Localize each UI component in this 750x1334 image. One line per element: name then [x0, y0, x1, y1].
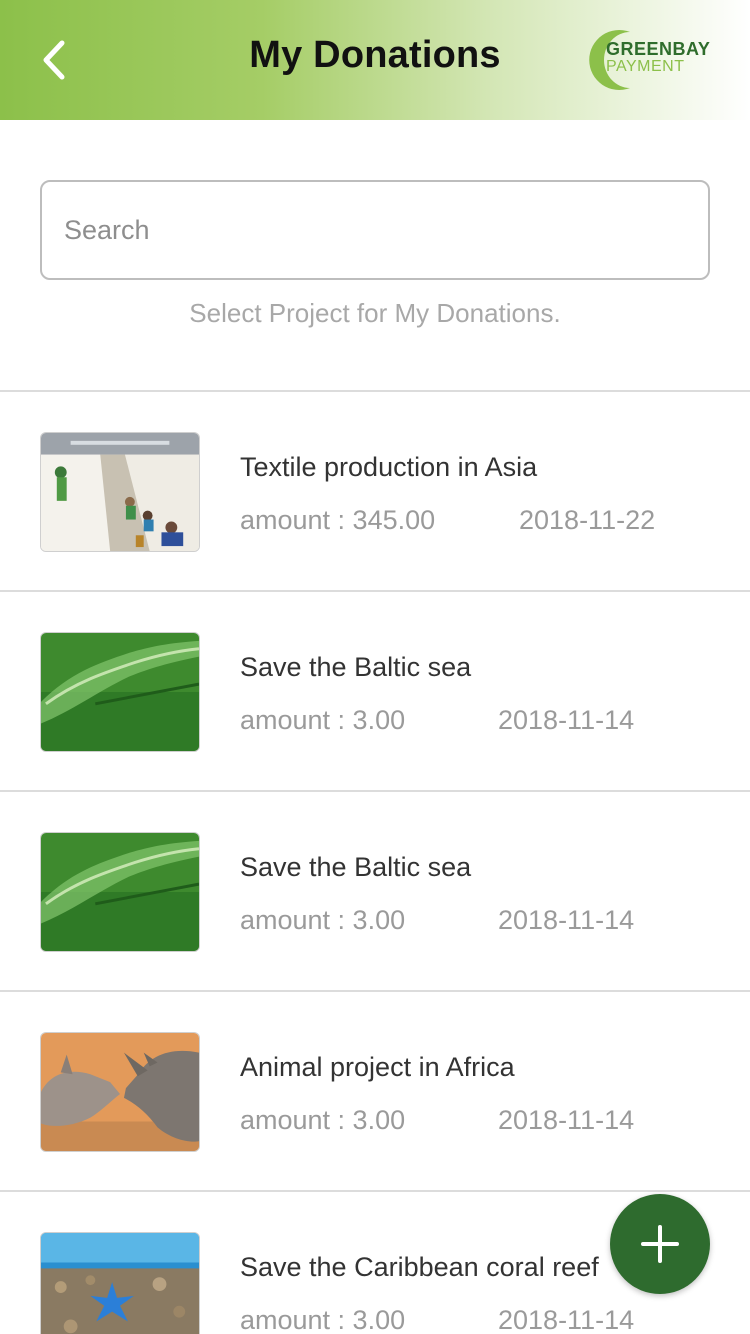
- donation-item[interactable]: Textile production in Asia amount : 345.…: [0, 390, 750, 590]
- app-header: My Donations GREENBAY PAYMENT: [0, 0, 750, 120]
- donation-title: Save the Baltic sea: [240, 852, 472, 882]
- textile-factory-photo: [40, 432, 200, 552]
- donation-item[interactable]: Animal project in Africa amount : 3.00 2…: [0, 990, 750, 1190]
- donation-title: Save the Baltic sea: [240, 652, 472, 682]
- donation-amount: amount : 3.00: [240, 1105, 406, 1135]
- donation-item[interactable]: Save the Baltic sea amount : 3.00 2018-1…: [0, 790, 750, 990]
- greenbay-payment-logo: GREENBAY PAYMENT: [578, 26, 728, 94]
- donation-date: 2018-11-14: [498, 905, 635, 935]
- select-project-hint: Select Project for My Donations.: [189, 298, 561, 328]
- donation-date: 2018-11-22: [519, 505, 656, 535]
- search-input[interactable]: [40, 180, 710, 280]
- donation-title: Animal project in Africa: [240, 1052, 515, 1082]
- donation-amount: amount : 345.00: [240, 505, 436, 535]
- logo-text-greenbay: GREENBAY: [606, 39, 711, 59]
- coral-starfish-photo: [40, 1232, 200, 1334]
- plus-icon: [641, 1225, 679, 1263]
- donation-title: Save the Caribbean coral reef: [240, 1252, 599, 1282]
- my-donations-screen: My Donations GREENBAY PAYMENT Select Pro…: [0, 0, 750, 1334]
- add-donation-button[interactable]: [610, 1194, 710, 1294]
- donation-date: 2018-11-14: [498, 705, 635, 735]
- logo-text-payment: PAYMENT: [606, 58, 685, 75]
- donation-amount: amount : 3.00: [240, 705, 406, 735]
- donation-date: 2018-11-14: [498, 1305, 635, 1334]
- donation-title: Textile production in Asia: [240, 452, 538, 482]
- donation-amount: amount : 3.00: [240, 1305, 406, 1334]
- green-sea-photo: [40, 832, 200, 952]
- rhinos-photo: [40, 1032, 200, 1152]
- donation-item[interactable]: Save the Baltic sea amount : 3.00 2018-1…: [0, 590, 750, 790]
- donation-amount: amount : 3.00: [240, 905, 406, 935]
- donation-list: Textile production in Asia amount : 345.…: [0, 390, 750, 1334]
- donation-date: 2018-11-14: [498, 1105, 635, 1135]
- green-sea-photo: [40, 632, 200, 752]
